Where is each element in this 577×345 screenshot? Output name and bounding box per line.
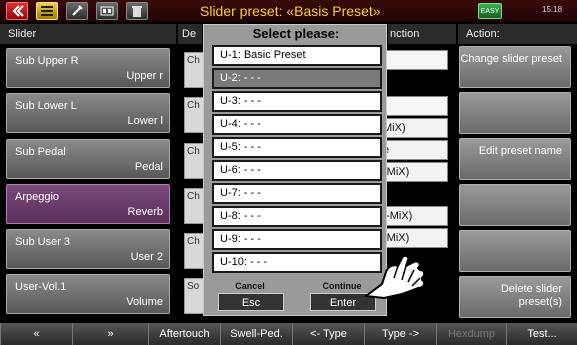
- header-function: nction: [388, 24, 456, 44]
- type-next-button[interactable]: Type ->: [364, 323, 436, 345]
- header-destination: De: [178, 24, 202, 44]
- scroll-up-button[interactable]: «: [0, 323, 72, 345]
- header-action: Action:: [458, 24, 577, 44]
- tools-icon[interactable]: [66, 2, 88, 20]
- function-field[interactable]: .-MiX): [380, 206, 448, 226]
- cancel-label: Cancel: [235, 281, 265, 291]
- slider-name: Sub User 3: [15, 236, 71, 248]
- slider-button[interactable]: Sub Pedal Pedal: [6, 139, 170, 179]
- slider-name: Sub Upper R: [15, 55, 79, 67]
- slider-button[interactable]: Sub User 3 User 2: [6, 229, 170, 269]
- preset-item[interactable]: U-7: - - -: [212, 183, 382, 204]
- close-icon[interactable]: [6, 2, 28, 20]
- slider-name: Sub Pedal: [15, 146, 66, 158]
- aftertouch-button[interactable]: Aftertouch: [148, 323, 220, 345]
- menu-icon[interactable]: [36, 2, 58, 20]
- top-bar: Slider preset: «Basis Preset» EASY 15:18: [0, 0, 577, 22]
- slider-button[interactable]: User-Vol.1 Volume: [6, 274, 170, 314]
- type-prev-button[interactable]: <- Type: [292, 323, 364, 345]
- preset-item[interactable]: U-6: - - -: [212, 160, 382, 181]
- slider-dest: Upper r: [126, 70, 163, 82]
- action-button-empty[interactable]: [459, 92, 571, 134]
- preset-item[interactable]: U-5: - - -: [212, 137, 382, 158]
- slider-name: Arpeggio: [15, 191, 60, 203]
- slider-name: Sub Lower L: [15, 100, 77, 112]
- preset-item[interactable]: U-1: Basic Preset: [212, 45, 382, 66]
- test-button[interactable]: Test...: [506, 323, 577, 345]
- hexdump-button: Hexdump: [436, 323, 506, 345]
- dialog-title: Select please:: [252, 26, 340, 41]
- swell-pedal-button[interactable]: Swell-Ped.: [220, 323, 292, 345]
- function-field[interactable]: [380, 96, 448, 116]
- clock: 15:18: [542, 5, 563, 14]
- preset-item[interactable]: U-9: - - -: [212, 229, 382, 250]
- registration-icon[interactable]: [96, 2, 118, 20]
- window-title: Slider preset: «Basis Preset»: [200, 3, 381, 19]
- header-slider: Slider: [0, 24, 176, 44]
- slider-dest: Pedal: [134, 161, 163, 173]
- trash-icon[interactable]: [126, 2, 148, 20]
- slider-button[interactable]: Sub Upper R Upper r: [6, 48, 170, 88]
- function-field[interactable]: [380, 50, 448, 70]
- preset-item[interactable]: U-4: - - -: [212, 114, 382, 135]
- select-dialog: Select please: U-1: Basic Preset U-2: - …: [203, 24, 387, 316]
- slider-name: User-Vol.1: [15, 281, 67, 293]
- slider-dest: User 2: [130, 251, 163, 263]
- dialog-footer: Cancel Esc Continue Enter: [204, 279, 388, 317]
- slider-dest: Reverb: [127, 206, 163, 218]
- pointing-hand-icon: [365, 254, 426, 299]
- preset-item-selected[interactable]: U-2: - - -: [212, 68, 382, 89]
- action-button-empty[interactable]: [459, 230, 571, 272]
- edit-preset-name-button[interactable]: Edit preset name: [459, 138, 571, 180]
- scroll-down-button[interactable]: »: [72, 323, 148, 345]
- function-field[interactable]: e: [380, 140, 448, 160]
- slider-button-active[interactable]: Arpeggio Reverb: [6, 184, 170, 224]
- preset-item[interactable]: U-10: - - -: [212, 252, 382, 273]
- preset-item[interactable]: U-8: - - -: [212, 206, 382, 227]
- easy-mode-icon[interactable]: EASY: [478, 3, 502, 19]
- function-field[interactable]: MiX): [380, 118, 448, 138]
- slider-dest: Volume: [126, 296, 163, 308]
- esc-button[interactable]: Esc: [218, 293, 284, 311]
- preset-item[interactable]: U-3: - - -: [212, 91, 382, 112]
- delete-slider-presets-button[interactable]: Delete slider preset(s): [459, 276, 571, 318]
- slider-dest: Lower l: [127, 115, 163, 127]
- function-field[interactable]: -MiX): [380, 228, 448, 248]
- action-button-empty[interactable]: [459, 184, 571, 226]
- function-field[interactable]: -MiX): [380, 162, 448, 182]
- slider-button[interactable]: Sub Lower L Lower l: [6, 93, 170, 133]
- change-slider-preset-button[interactable]: Change slider preset: [459, 46, 571, 88]
